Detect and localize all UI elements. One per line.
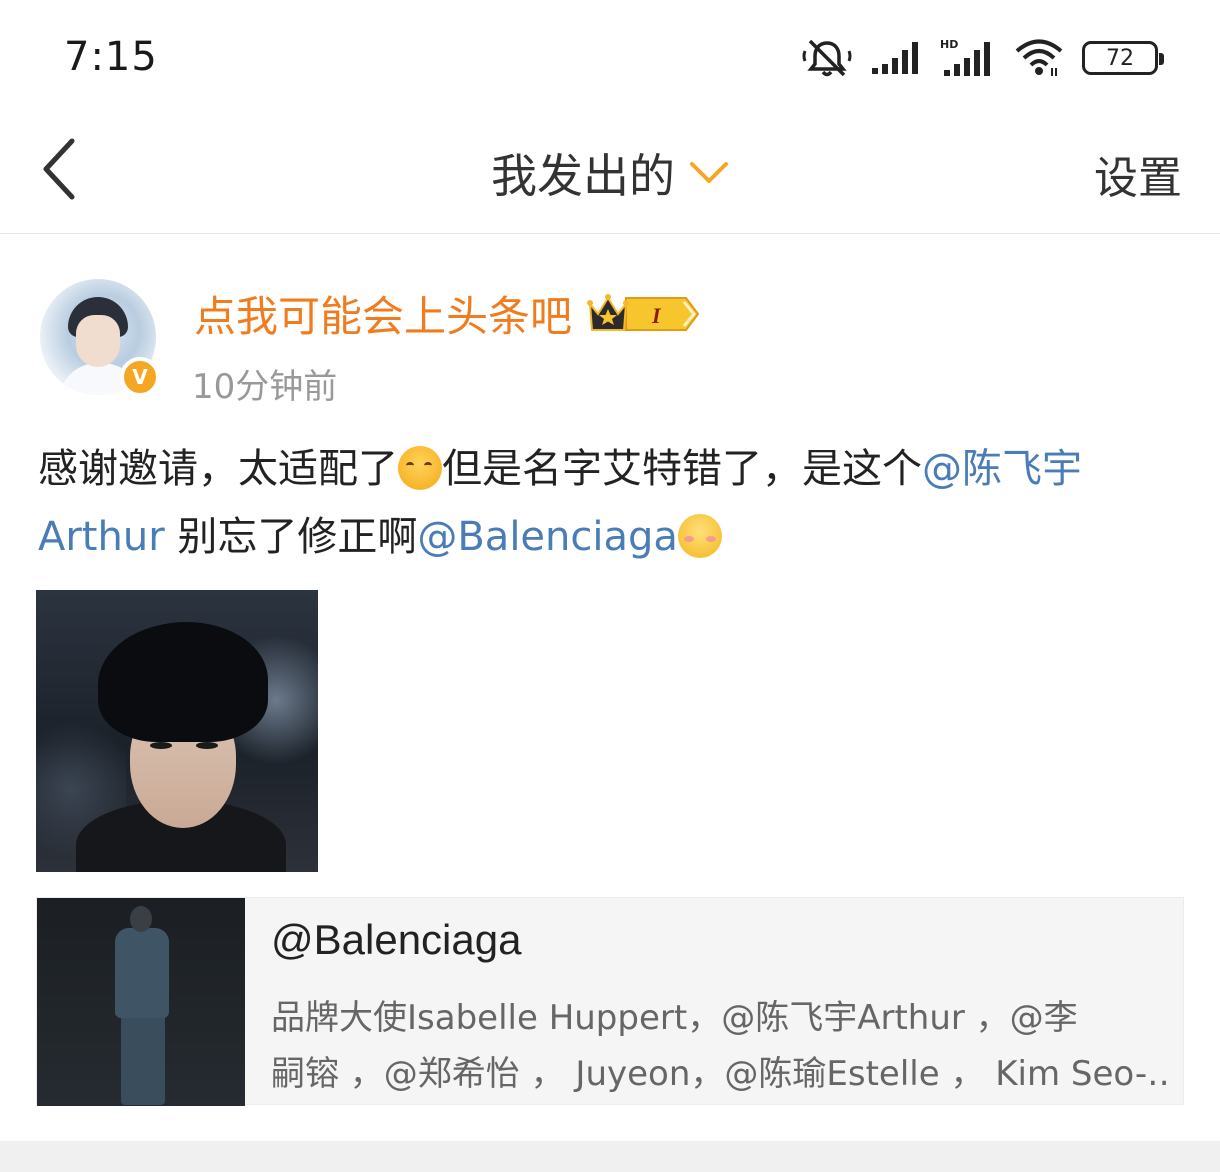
battery-icon: 72 — [1082, 41, 1164, 75]
nav-bar: 我发出的 设置 — [0, 110, 1220, 234]
post-text: 感谢邀请，太适配了 但是名字艾特错了，是这个@陈飞宇Arthur 别忘了修正啊@B… — [38, 435, 1188, 571]
wifi-icon — [1014, 38, 1064, 78]
page-title: 我发出的 — [0, 140, 1220, 206]
page-title-label: 我发出的 — [491, 149, 675, 203]
link-card[interactable]: @Balenciaga 品牌大使Isabelle Huppert，@陈飞宇Art… — [36, 897, 1184, 1106]
username[interactable]: 点我可能会上头条吧 I — [194, 283, 702, 344]
vip-level-text: I — [651, 303, 662, 328]
post-timestamp: 10分钟前 — [192, 367, 338, 407]
post-text-part: 但是名字艾特错了，是这个 — [442, 446, 922, 492]
mention-link[interactable]: @Balenciaga — [417, 514, 678, 560]
hd-signal-icon: HD — [940, 38, 996, 78]
feed-separator — [0, 1141, 1220, 1172]
link-card-thumbnail — [37, 898, 245, 1106]
link-card-description: 品牌大使Isabelle Huppert，@陈飞宇Arthur ，@李 嗣镕 ，… — [271, 990, 1171, 1102]
shy-emoji-icon — [677, 514, 722, 558]
hug-emoji-icon — [398, 446, 442, 490]
battery-level: 72 — [1106, 45, 1134, 71]
settings-button[interactable]: 设置 — [1094, 142, 1182, 206]
status-icons: HD 72 — [802, 36, 1164, 80]
chevron-down-icon — [690, 162, 728, 183]
svg-text:HD: HD — [940, 38, 958, 51]
mute-bell-icon — [802, 37, 852, 79]
post-photo[interactable] — [36, 590, 318, 872]
signal-icon — [870, 40, 922, 76]
username-label: 点我可能会上头条吧 — [194, 292, 573, 341]
vip-crown-badge-icon: I — [586, 292, 702, 336]
avatar[interactable]: V — [40, 279, 160, 397]
link-card-desc-line: 品牌大使Isabelle Huppert，@陈飞宇Arthur ，@李 — [271, 998, 1078, 1038]
post-card: V 点我可能会上头条吧 I 10分钟前 感谢邀请，太适配了 但是名字艾特错了，是这… — [0, 235, 1220, 1141]
verified-badge-icon: V — [120, 357, 160, 397]
post-text-part: 感谢邀请，太适配了 — [38, 446, 398, 492]
title-dropdown[interactable]: 我发出的 — [491, 140, 729, 206]
status-bar: 7:15 HD 72 — [0, 0, 1220, 110]
status-time: 7:15 — [64, 34, 158, 80]
post-text-part: 别忘了修正啊 — [164, 514, 418, 560]
link-card-title: @Balenciaga — [271, 916, 522, 963]
link-card-desc-line: 嗣镕 ，@郑希怡 ， Juyeon，@陈瑜Estelle ， Kim Seo-… — [271, 1054, 1171, 1094]
